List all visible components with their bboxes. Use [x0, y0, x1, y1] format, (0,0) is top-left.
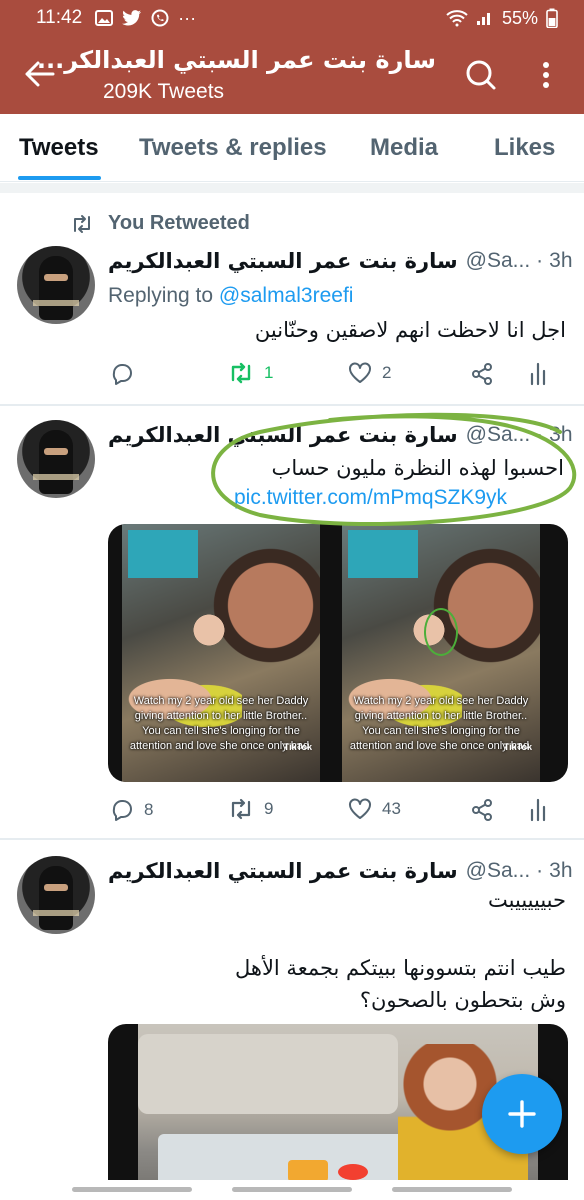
tweet-actions: 8 9 43 — [108, 798, 558, 828]
tweet-media-link[interactable]: pic.twitter.com/mPmqSZK9yk — [234, 486, 507, 510]
tiktok-watermark: TikTok — [283, 742, 312, 752]
tweet-text: اجل انا لاحظت انهم لاصقين وحنّانين — [254, 318, 566, 342]
mention-link[interactable]: @salmal3reefi — [219, 284, 354, 307]
retweet-button[interactable]: 1 — [228, 362, 273, 384]
tweet-time: 3h — [549, 859, 573, 882]
tweet-text-line: حبيييييبت — [488, 888, 566, 912]
avatar[interactable] — [17, 246, 95, 324]
active-tab-indicator — [18, 176, 101, 180]
share-button[interactable] — [470, 798, 494, 822]
share-icon — [472, 363, 492, 385]
tweet-author-line: 3h · @Sa... سارة بنت عمر السبتي العبدالك… — [108, 856, 573, 886]
profile-header: سارة بنت عمر السبتي العبدالكر... 209K Tw… — [0, 36, 584, 114]
like-count: 43 — [382, 799, 401, 818]
gallery-icon — [95, 10, 114, 26]
nav-pill[interactable] — [392, 1187, 512, 1192]
nav-pill[interactable] — [72, 1187, 192, 1192]
tweet-text: احسبوا لهذه النظرة مليون حساب — [271, 456, 564, 480]
heart-icon — [349, 798, 371, 819]
like-count: 2 — [382, 363, 392, 382]
video-thumbnail-left: Watch my 2 year old see her Daddy giving… — [122, 524, 320, 782]
retweet-count: 1 — [264, 363, 274, 382]
separator-dot: · — [536, 423, 544, 446]
annotation-circle — [424, 608, 458, 656]
tweet-media[interactable]: Watch my 2 year old see her Daddy giving… — [108, 524, 568, 782]
tweet-time: 3h — [549, 249, 573, 272]
tweet-author-line: 3h · @Sa... سارة بنت عمر السبتي العبدالك… — [108, 246, 573, 276]
plus-icon — [508, 1100, 536, 1128]
tweet-display-name[interactable]: سارة بنت عمر السبتي العبدالكريم — [108, 249, 458, 273]
analytics-button[interactable] — [528, 798, 548, 822]
tweet-actions: 1 2 — [108, 362, 558, 392]
reply-button[interactable]: 8 — [110, 798, 153, 822]
retweet-icon — [231, 798, 251, 820]
separator-dot: · — [536, 249, 544, 272]
like-button[interactable]: 2 — [348, 362, 391, 384]
whatsapp-icon — [151, 9, 169, 27]
battery-percent: 55% — [501, 7, 538, 28]
tweet-count: 209K Tweets — [103, 80, 225, 103]
avatar[interactable] — [17, 420, 95, 498]
tweet-display-name[interactable]: سارة بنت عمر السبتي العبدالكريم — [108, 859, 458, 883]
search-button[interactable] — [462, 56, 500, 94]
tweet-handle: @Sa... — [465, 423, 531, 446]
status-more-dots: ··· — [178, 7, 197, 28]
tweet-text-line: طيب انتم بتسوونها ببيتكم بجمعة الأهل — [234, 956, 566, 980]
more-vertical-icon — [543, 62, 549, 88]
analytics-icon — [530, 798, 546, 822]
retweet-label: You Retweeted — [108, 212, 250, 234]
tweet-display-name[interactable]: سارة بنت عمر السبتي العبدالكريم — [108, 423, 458, 447]
tweet-time: 3h — [549, 423, 573, 446]
battery-icon — [546, 8, 558, 28]
signal-icon — [476, 10, 494, 26]
reply-icon — [112, 800, 132, 821]
retweet-button[interactable]: 9 — [228, 798, 273, 820]
tweet-item[interactable]: You Retweeted 3h · @Sa... سارة بنت عمر ا… — [0, 194, 584, 404]
share-icon — [472, 799, 492, 821]
tweet-handle: @Sa... — [465, 249, 531, 272]
retweet-small-icon — [74, 214, 90, 233]
tiktok-watermark: TikTok — [503, 742, 532, 752]
video-thumbnail — [138, 1024, 538, 1200]
analytics-icon — [530, 362, 546, 386]
tweet-item[interactable]: 3h · @Sa... سارة بنت عمر السبتي العبدالك… — [0, 406, 584, 838]
retweet-indicator: You Retweeted — [70, 212, 250, 235]
like-button[interactable]: 43 — [348, 798, 401, 820]
avatar[interactable] — [17, 856, 95, 934]
tab-likes[interactable]: Likes — [494, 134, 555, 162]
replying-to: Replying to @salmal3reefi — [108, 284, 353, 308]
reply-button[interactable] — [110, 362, 134, 386]
replying-prefix: Replying to — [108, 284, 214, 307]
tweet-handle: @Sa... — [465, 859, 531, 882]
tweet-author-line: 3h · @Sa... سارة بنت عمر السبتي العبدالك… — [108, 420, 573, 450]
separator-dot: · — [536, 859, 544, 882]
video-thumbnail-right: Watch my 2 year old see her Daddy giving… — [342, 524, 540, 782]
search-icon — [466, 60, 496, 90]
profile-name-title: سارة بنت عمر السبتي العبدالكر... — [36, 46, 436, 74]
analytics-button[interactable] — [528, 362, 548, 386]
retweet-count: 9 — [264, 799, 274, 818]
wifi-icon — [446, 9, 468, 27]
heart-icon — [349, 362, 371, 383]
status-time: 11:42 — [36, 7, 83, 28]
reply-count: 8 — [144, 800, 154, 819]
twitter-icon — [122, 10, 142, 26]
tab-tweets-and-replies[interactable]: Tweets & replies — [139, 134, 327, 162]
system-navigation-bar — [0, 1180, 584, 1200]
tab-media[interactable]: Media — [370, 134, 438, 162]
retweet-icon — [231, 362, 251, 384]
tab-tweets[interactable]: Tweets — [19, 134, 99, 162]
compose-tweet-button[interactable] — [482, 1074, 562, 1154]
profile-tabs: Tweets Tweets & replies Media Likes — [0, 114, 584, 182]
more-options-button[interactable] — [532, 56, 560, 94]
nav-pill[interactable] — [232, 1187, 352, 1192]
divider — [0, 183, 584, 193]
share-button[interactable] — [470, 362, 494, 386]
reply-icon — [112, 364, 132, 385]
status-bar: 11:42 ··· 55% — [0, 0, 584, 36]
tweet-text-line: وش بتحطون بالصحون؟ — [359, 988, 566, 1012]
